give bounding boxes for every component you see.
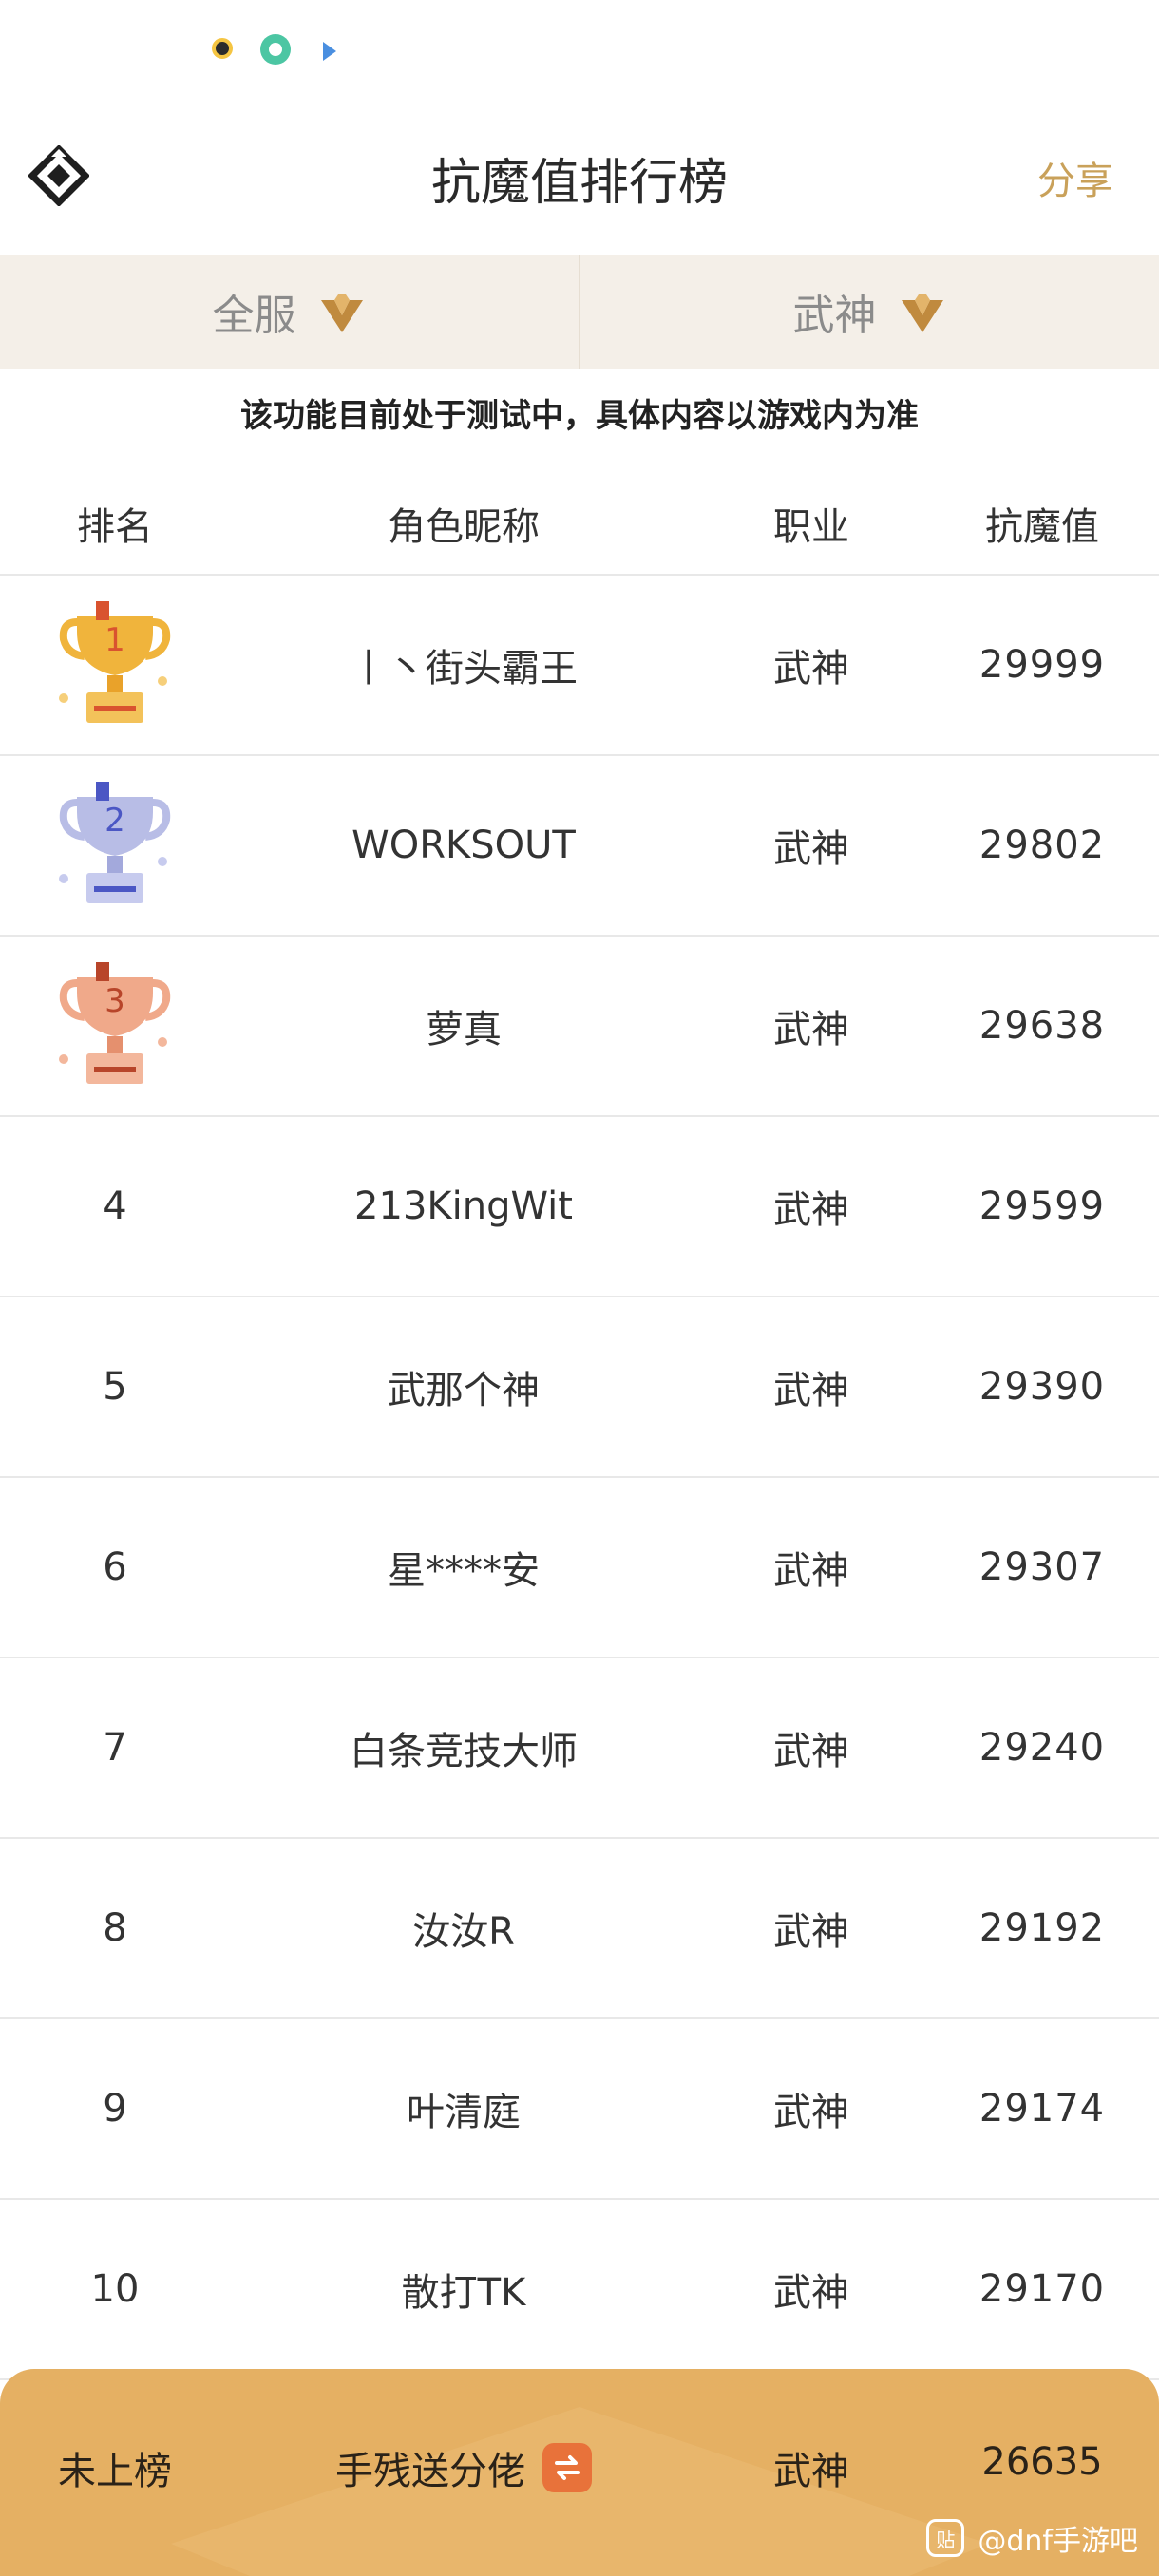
swap-icon[interactable] [542,2443,592,2492]
svg-text:2: 2 [104,802,125,840]
player-score: 29802 [978,824,1106,867]
table-row[interactable]: 4 213KingWit 武神 29599 [0,1117,1159,1297]
table-row[interactable]: 10 散打TK 武神 29170 [0,2200,1159,2380]
player-job: 武神 [773,2091,849,2134]
rank-number: 7 [103,1726,127,1770]
player-job: 武神 [773,2271,849,2315]
column-header-score: 抗魔值 [985,505,1099,549]
app-notification-icon [212,38,233,59]
table-row[interactable]: 9 叶清庭 武神 29174 [0,2019,1159,2200]
table-row[interactable]: 1 丨丶街头霸王 武神 29999 [0,576,1159,756]
player-job: 武神 [773,1188,849,1232]
gold-trophy-icon: 1 [59,601,171,723]
job-filter-label: 武神 [792,292,877,340]
column-header-name: 角色昵称 [388,505,540,549]
player-name: 散打TK [401,2271,526,2315]
bronze-trophy-icon: 3 [59,962,171,1084]
rank-number: 10 [90,2267,140,2311]
player-job: 武神 [773,1008,849,1051]
player-name: 213KingWit [354,1184,573,1228]
player-name: 叶清庭 [407,2091,521,2134]
status-bar [0,0,1159,104]
play-icon [323,42,336,61]
table-row[interactable]: 3 萝真 武神 29638 [0,937,1159,1117]
table-row[interactable]: 6 星****安 武神 29307 [0,1478,1159,1658]
page-title: 抗魔值排行榜 [430,155,728,212]
header: 抗魔值排行榜 分享 [0,104,1159,255]
clock-app-icon [260,34,291,65]
table-header: 排名 角色昵称 职业 抗魔值 [0,473,1159,576]
player-name: 白条竞技大师 [350,1730,578,1773]
rank-number: 4 [103,1184,127,1228]
my-player-score: 26635 [981,2440,1103,2484]
player-score: 29390 [978,1365,1106,1409]
my-rank-bar: 未上榜 手残送分佬 武神 26635 贴 @dnf手游吧 [0,2369,1159,2576]
rank-number: 5 [103,1365,127,1409]
player-job: 武神 [773,1910,849,1954]
table-row[interactable]: 5 武那个神 武神 29390 [0,1297,1159,1478]
player-score: 29170 [978,2267,1106,2311]
player-score: 29999 [978,643,1106,687]
column-header-job: 职业 [773,505,849,549]
player-score: 29240 [978,1726,1106,1770]
server-filter-label: 全服 [212,292,296,340]
column-header-rank: 排名 [77,505,153,549]
watermark-text: @dnf手游吧 [978,2525,1138,2558]
player-name: 萝真 [426,1008,502,1051]
my-name-cell: 手残送分佬 [230,2440,697,2495]
svg-text:3: 3 [104,982,125,1020]
silver-trophy-icon: 2 [59,782,171,903]
player-score: 29174 [978,2087,1106,2131]
player-job: 武神 [773,1369,849,1412]
player-name: WORKSOUT [352,824,576,867]
player-job: 武神 [773,647,849,691]
leaderboard-table: 1 丨丶街头霸王 武神 29999 2 WORKSOUT 武神 29802 3 … [0,576,1159,2380]
player-job: 武神 [773,827,849,871]
watermark: 贴 @dnf手游吧 [926,2517,1138,2559]
chevron-down-icon [901,294,943,332]
player-score: 29599 [978,1184,1106,1228]
player-name: 武那个神 [388,1369,540,1412]
filter-bar: 全服 武神 [0,255,1159,369]
chevron-down-icon [320,294,363,332]
player-score: 29192 [978,1906,1106,1950]
svg-text:1: 1 [104,621,125,659]
tieba-icon: 贴 [926,2519,965,2557]
player-name: 星****安 [388,1549,540,1593]
my-rank-status: 未上榜 [58,2450,172,2493]
server-filter-dropdown[interactable]: 全服 [0,255,579,369]
player-name: 汝汝R [412,1910,515,1954]
test-notice: 该功能目前处于测试中，具体内容以游戏内为准 [240,397,919,435]
player-score: 29307 [978,1545,1106,1589]
player-score: 29638 [978,1004,1106,1048]
job-filter-dropdown[interactable]: 武神 [579,255,1159,369]
player-job: 武神 [773,1730,849,1773]
my-player-name: 手残送分佬 [335,2450,525,2493]
player-name: 丨丶街头霸王 [350,647,578,691]
table-row[interactable]: 2 WORKSOUT 武神 29802 [0,756,1159,937]
rank-cell: 1 [0,594,230,736]
rank-number: 6 [103,1545,127,1589]
table-row[interactable]: 7 白条竞技大师 武神 29240 [0,1658,1159,1839]
player-job: 武神 [773,1549,849,1593]
table-row[interactable]: 8 汝汝R 武神 29192 [0,1839,1159,2019]
share-button[interactable]: 分享 [1037,150,1113,205]
swap-arrows-icon [555,2455,580,2480]
rank-cell: 2 [0,774,230,917]
rank-number: 8 [103,1906,127,1950]
my-player-job: 武神 [773,2450,849,2493]
rank-number: 9 [103,2087,127,2131]
rank-cell: 3 [0,955,230,1097]
